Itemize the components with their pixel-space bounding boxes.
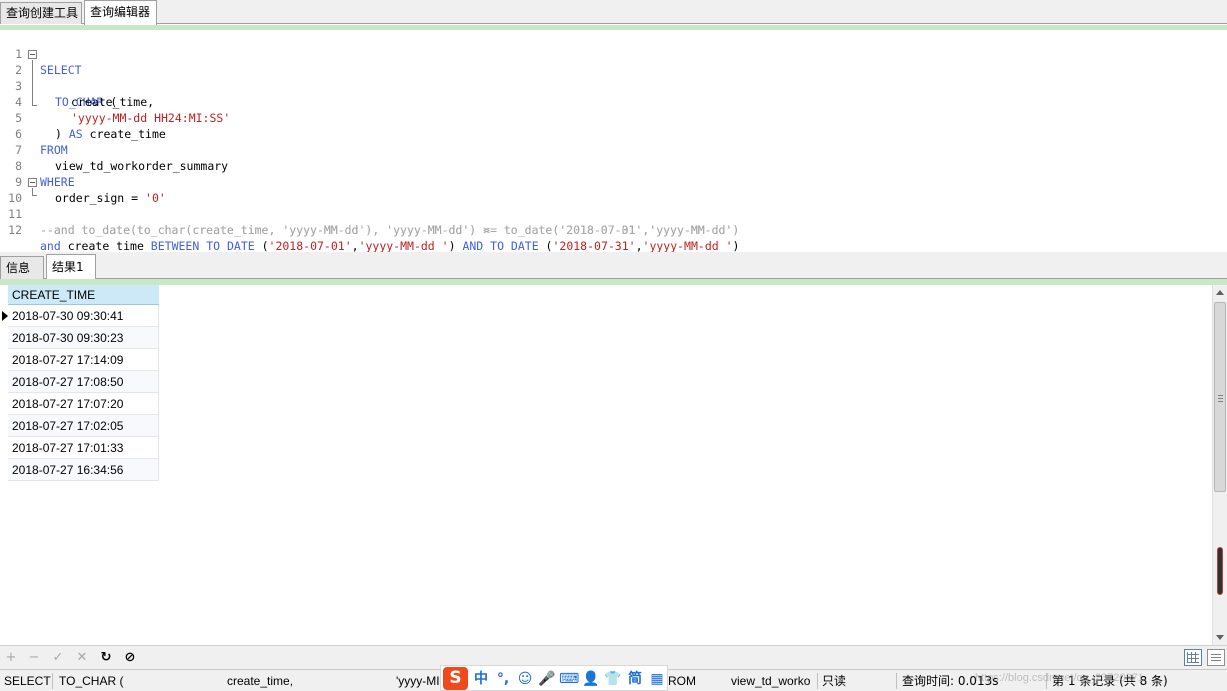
status-sql-part-6: view_td_worko — [731, 674, 811, 688]
sql-text: ) — [448, 239, 463, 253]
table-row[interactable]: 2018-07-27 17:01:33 — [8, 437, 159, 459]
table-row[interactable]: 2018-07-27 17:08:50 — [8, 371, 159, 393]
top-tab-bar: 查询创建工具 查询编辑器 — [0, 0, 1227, 25]
table-row[interactable]: 2018-07-30 09:30:23 — [8, 327, 159, 349]
sql-text: , — [635, 239, 643, 253]
sql-text: ) — [732, 239, 740, 253]
result-tab-bar: 信息 结果1 — [0, 252, 1227, 280]
tab-info[interactable]: 信息 — [0, 256, 44, 279]
code-line-12: 12 and create_time BETWEEN TO_DATE ('201… — [0, 206, 1227, 253]
sql-keyword: and — [40, 239, 61, 253]
grip-icon — [1218, 395, 1223, 396]
table-row[interactable]: 2018-07-30 09:30:41 — [8, 305, 159, 327]
table-row[interactable]: 2018-07-27 17:02:05 — [8, 415, 159, 437]
sql-text: ( — [254, 239, 269, 253]
sql-string: '2018-07-31' — [552, 239, 636, 253]
table-row[interactable]: 2018-07-27 16:34:56 — [8, 459, 159, 481]
add-record-icon[interactable]: + — [1, 648, 21, 668]
delete-record-icon[interactable]: − — [24, 648, 44, 668]
fold-collapse-icon[interactable] — [28, 50, 37, 59]
voice-input-icon[interactable]: 🎤 — [537, 669, 557, 689]
tab-query-editor[interactable]: 查询编辑器 — [84, 0, 157, 25]
code-line-4: 4 'yyyy-MM-dd HH24:MI:SS' — [0, 78, 1227, 125]
skin-icon[interactable]: 👕 — [603, 669, 623, 689]
sql-text: , — [351, 239, 359, 253]
sql-text: ( — [538, 239, 553, 253]
code-line-5: 5 ) AS create_time — [0, 94, 1227, 141]
sql-comment: --and to_date(to_char(create_time, 'yyyy… — [40, 223, 740, 237]
scroll-position-marker — [1217, 547, 1223, 595]
status-sql-part-3: create_time, — [227, 674, 294, 688]
form-view-icon[interactable] — [1207, 649, 1225, 666]
scrollbar-thumb[interactable] — [1214, 302, 1226, 492]
sql-text: create_time — [60, 239, 151, 253]
status-sql-part-1: SELECT — [4, 674, 51, 688]
code-line-10: 10 --and to_date(to_char(create_time, 'y… — [0, 174, 1227, 237]
code-line-3: 3 create_time, — [0, 62, 1227, 109]
scroll-down-icon[interactable] — [1216, 635, 1224, 640]
status-separator — [52, 673, 53, 689]
status-sql-part-4: 'yyyy-MI — [396, 674, 440, 688]
vertical-scrollbar[interactable] — [1212, 285, 1227, 645]
code-line-2: 2 TO_CHAR ( — [0, 46, 1227, 109]
read-only-indicator: 只读 — [822, 674, 847, 688]
discard-changes-icon[interactable]: ✕ — [72, 648, 92, 668]
refresh-icon[interactable]: ↻ — [96, 648, 116, 668]
table-row[interactable]: 2018-07-27 17:14:09 — [8, 349, 159, 371]
sql-editor[interactable]: 1 SELECT 2 TO_CHAR ( 3 create_time, 4 'y… — [0, 30, 1227, 253]
status-sql-part-5: ROM — [668, 674, 696, 688]
apply-changes-icon[interactable]: ✓ — [48, 648, 68, 668]
ime-toolbar[interactable]: S 中 °, ☺ 🎤 ⌨ 👤 👕 简 ▦ — [440, 665, 668, 691]
code-line-1: 1 SELECT — [0, 30, 1227, 77]
tab-query-builder[interactable]: 查询创建工具 — [0, 2, 82, 24]
user-icon[interactable]: 👤 — [581, 669, 601, 689]
keyboard-icon[interactable]: ⌨ — [559, 669, 579, 689]
stop-icon[interactable]: ⊘ — [120, 648, 140, 668]
line-number: 12 — [8, 223, 22, 237]
watermark-text: https://blog.csdn.net/qq_23720871 — [975, 672, 1144, 684]
status-sql-part-2: TO_CHAR ( — [59, 674, 124, 688]
sql-keyword: TO_DATE — [490, 239, 539, 253]
tab-result-1[interactable]: 结果1 — [46, 254, 96, 280]
sogou-logo-icon[interactable]: S — [443, 667, 468, 690]
status-separator — [817, 673, 818, 689]
sql-string: 'yyyy-MM-dd ' — [358, 239, 449, 253]
result-grid[interactable]: CREATE_TIME 2018-07-30 09:30:41 2018-07-… — [0, 285, 1212, 645]
sql-keyword: TO_DATE — [206, 239, 255, 253]
simplified-chinese-icon[interactable]: 简 — [625, 669, 645, 689]
fold-collapse-icon[interactable] — [28, 178, 37, 187]
status-separator — [896, 673, 897, 689]
sql-keyword: AND — [462, 239, 484, 253]
punctuation-icon[interactable]: °, — [493, 669, 513, 689]
sql-keyword: BETWEEN — [150, 239, 200, 253]
code-line-8: 8 WHERE — [0, 142, 1227, 189]
code-line-9: 9 order_sign = '0' — [0, 158, 1227, 205]
code-line-11: 11 --and to_date(to_char(create_time, 'y… — [0, 190, 1227, 237]
code-line-7: 7 view_td_workorder_summary — [0, 126, 1227, 173]
sql-string: '2018-07-01' — [268, 239, 352, 253]
sql-string: 'yyyy-MM-dd ' — [642, 239, 733, 253]
code-line-6: 6 FROM — [0, 110, 1227, 157]
scroll-up-icon[interactable] — [1216, 290, 1224, 295]
table-row[interactable]: 2018-07-27 17:07:20 — [8, 393, 159, 415]
emoji-icon[interactable]: ☺ — [515, 669, 535, 689]
chinese-mode-icon[interactable]: 中 — [471, 669, 491, 689]
column-header-create-time[interactable]: CREATE_TIME — [8, 285, 159, 305]
toolbox-grid-icon[interactable]: ▦ — [647, 669, 667, 689]
grid-view-icon[interactable] — [1184, 649, 1202, 666]
